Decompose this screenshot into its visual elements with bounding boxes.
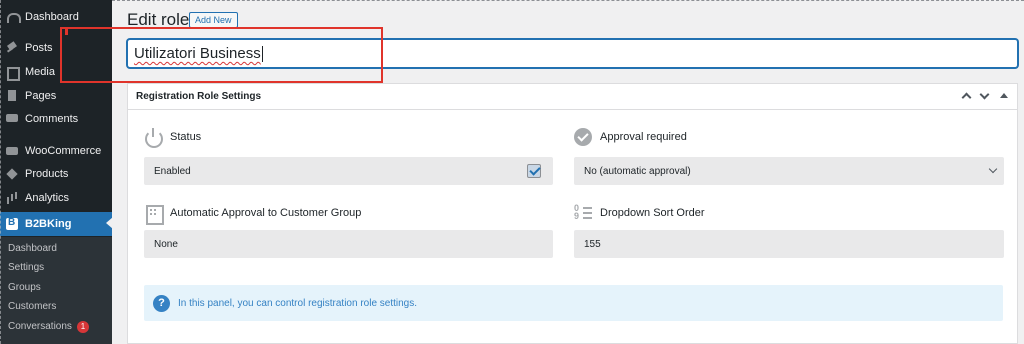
sidebar-item-label: Posts: [25, 42, 53, 54]
box-icon: [6, 168, 18, 180]
sidebar-item-products[interactable]: Products: [0, 163, 112, 185]
submenu-item-customers[interactable]: Customers: [0, 297, 112, 316]
dashboard-icon: [6, 11, 21, 23]
sort-numeric-icon: 09: [574, 204, 592, 222]
submenu-label: Dashboard: [8, 243, 57, 254]
submenu-item-conversations[interactable]: Conversations 1: [0, 317, 112, 336]
selection-border: [0, 0, 1, 344]
info-notice: ? In this panel, you can control registr…: [144, 285, 1003, 321]
sort-order-value: 155: [584, 238, 601, 250]
sidebar-item-label: Products: [25, 168, 69, 180]
approval-value: No (automatic approval): [584, 165, 691, 177]
submenu-label: Conversations: [8, 321, 72, 332]
submenu-label: Settings: [8, 262, 45, 273]
submenu-label: Customers: [8, 301, 57, 312]
pin-icon: [6, 42, 18, 54]
sidebar-item-label: WooCommerce: [25, 145, 102, 157]
sidebar-item-comments[interactable]: Comments: [0, 108, 112, 130]
status-label: Status: [144, 128, 202, 148]
sidebar-item-woocommerce[interactable]: WooCommerce: [0, 140, 112, 162]
chevron-down-icon: [988, 164, 998, 174]
collapse-toggle-icon[interactable]: [1000, 93, 1008, 98]
bar-chart-icon: [6, 192, 18, 204]
status-value: Enabled: [154, 165, 191, 177]
sidebar-item-dashboard[interactable]: Dashboard: [0, 6, 112, 28]
submenu-item-settings[interactable]: Settings: [0, 258, 112, 277]
annotation-highlight-box: [60, 27, 383, 83]
annotation-marker: [65, 27, 68, 35]
status-field[interactable]: Enabled: [144, 157, 553, 185]
building-icon: [144, 204, 164, 225]
selection-border-top: [112, 0, 1024, 1]
approval-select[interactable]: No (automatic approval): [574, 157, 1004, 185]
sidebar-item-label: Analytics: [25, 192, 70, 204]
customer-group-value: None: [154, 238, 178, 250]
status-label-text: Status: [170, 131, 202, 143]
woocommerce-icon: [6, 145, 18, 157]
active-indicator: [106, 217, 113, 229]
media-icon: [6, 66, 20, 81]
notification-badge: 1: [76, 320, 89, 333]
check-badge-icon: [574, 128, 592, 146]
sort-order-label: 09 Dropdown Sort Order: [574, 204, 705, 222]
sidebar-item-label: B2BKing: [25, 218, 72, 230]
status-checkbox[interactable]: [527, 164, 541, 178]
add-new-button[interactable]: Add New: [189, 12, 238, 28]
move-down-icon[interactable]: [979, 89, 990, 100]
submenu-item-dashboard[interactable]: Dashboard: [0, 239, 112, 258]
submenu-item-groups[interactable]: Groups: [0, 278, 112, 297]
sidebar-item-label: Pages: [25, 90, 57, 102]
customer-group-select[interactable]: None: [144, 230, 553, 258]
pages-icon: [6, 90, 18, 102]
info-text: In this panel, you can control registrat…: [178, 297, 418, 309]
comment-icon: [6, 113, 18, 125]
auto-group-label: Automatic Approval to Customer Group: [144, 204, 362, 225]
sidebar-item-label: Media: [25, 66, 55, 78]
move-up-icon[interactable]: [961, 92, 972, 103]
b2bking-icon: [6, 217, 18, 230]
sort-order-label-text: Dropdown Sort Order: [600, 207, 705, 219]
submenu-label: Groups: [8, 282, 41, 293]
sidebar-item-analytics[interactable]: Analytics: [0, 187, 112, 209]
sidebar-item-label: Comments: [25, 113, 79, 125]
sort-order-input[interactable]: 155: [574, 230, 1004, 258]
approval-label: Approval required: [574, 128, 687, 146]
auto-group-label-text: Automatic Approval to Customer Group: [170, 207, 362, 219]
panel-title: Registration Role Settings: [136, 91, 262, 102]
approval-label-text: Approval required: [600, 131, 687, 143]
question-icon: ?: [153, 294, 170, 312]
registration-role-settings-panel: Registration Role Settings Status Enable…: [127, 83, 1018, 344]
sidebar-item-b2bking[interactable]: B2BKing: [0, 212, 113, 236]
sidebar-item-pages[interactable]: Pages: [0, 85, 112, 107]
power-icon: [144, 128, 163, 148]
panel-header: Registration Role Settings: [128, 84, 1017, 110]
sidebar-item-label: Dashboard: [25, 11, 79, 23]
